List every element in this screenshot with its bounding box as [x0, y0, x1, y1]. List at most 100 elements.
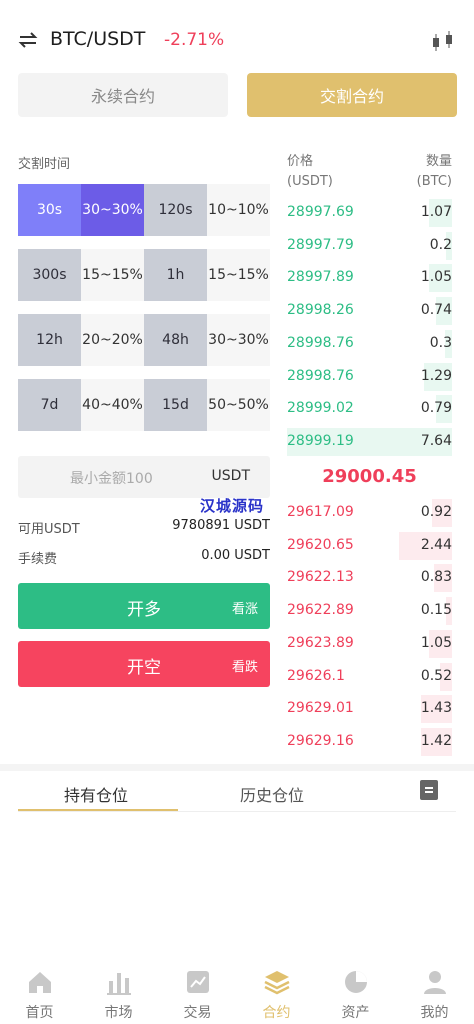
order-price: 28999.02 [287, 400, 354, 417]
ask-row[interactable]: 29629.01 1.43 [287, 693, 452, 725]
order-qty: 0.15 [420, 602, 452, 619]
order-qty: 0.74 [420, 302, 452, 319]
order-price: 28997.79 [287, 236, 354, 253]
settlement-row: 7d 40~40% 15d 50~50% [18, 379, 270, 431]
fee-row: 手续费 0.00 USDT [18, 548, 270, 567]
order-price: 29626.1 [287, 667, 345, 684]
kline-icon[interactable] [430, 30, 456, 52]
nav-label: 交易 [183, 1005, 212, 1021]
nav-label: 资产 [341, 1005, 370, 1021]
price-change: -2.71% [164, 30, 225, 50]
order-price: 29620.65 [287, 536, 354, 553]
settlement-row: 30s 30~30% 120s 10~10% [18, 184, 270, 236]
settlement-time-option[interactable]: 120s [144, 184, 207, 236]
order-price: 29617.09 [287, 504, 354, 520]
nav-item-home[interactable]: 首页 [0, 958, 79, 1024]
trade-icon [187, 971, 209, 993]
nav-item-trade[interactable]: 交易 [158, 958, 237, 1024]
bid-row[interactable]: 28998.76 1.29 [287, 361, 452, 393]
tab-history-positions[interactable]: 历史仓位 [240, 782, 304, 806]
nav-label: 市场 [104, 1005, 133, 1021]
open-short-button[interactable]: 开空 看跌 [18, 641, 270, 687]
amount-input[interactable]: 最小金额100 USDT [18, 456, 270, 498]
available-balance: 可用USDT 9780891 USDT [18, 518, 270, 537]
settlement-range[interactable]: 15~15% [207, 249, 270, 301]
settlement-time-option[interactable]: 300s [18, 249, 81, 301]
settlement-row: 12h 20~20% 48h 30~30% [18, 314, 270, 366]
tab-holding-positions[interactable]: 持有仓位 [64, 782, 128, 806]
header: BTC/USDT -2.71% [0, 0, 474, 80]
bid-row[interactable]: 28997.79 0.2 [287, 230, 452, 262]
ask-row[interactable]: 29629.16 1.42 [287, 726, 452, 758]
bid-row[interactable]: 28998.76 0.3 [287, 328, 452, 360]
order-price: 29622.89 [287, 602, 354, 619]
order-price: 28998.76 [287, 334, 354, 351]
order-qty: 1.05 [420, 634, 452, 651]
ask-row[interactable]: 29623.89 1.05 [287, 628, 452, 660]
swap-icon[interactable] [18, 30, 38, 50]
order-price: 28997.69 [287, 204, 354, 220]
price-header-label: 价格 [287, 154, 314, 169]
settlement-range[interactable]: 30~30% [81, 184, 144, 236]
amount-placeholder: 最小金额100 [70, 471, 153, 487]
pair-title[interactable]: BTC/USDT [50, 28, 145, 50]
nav-label: 合约 [262, 1005, 291, 1021]
settlement-range[interactable]: 30~30% [207, 314, 270, 366]
settlement-time-option[interactable]: 30s [18, 184, 81, 236]
ask-row[interactable]: 29622.89 0.15 [287, 595, 452, 627]
market-icon [107, 973, 131, 995]
settlement-range[interactable]: 50~50% [207, 379, 270, 431]
order-qty: 0.79 [420, 400, 452, 417]
settlement-time-option[interactable]: 48h [144, 314, 207, 366]
tab-delivery-contract[interactable]: 交割合约 [247, 73, 457, 117]
bid-row[interactable]: 28999.02 0.79 [287, 393, 452, 425]
qty-header-unit: (BTC) [416, 174, 452, 189]
ask-row[interactable]: 29620.65 2.44 [287, 530, 452, 562]
nav-item-market[interactable]: 市场 [79, 958, 158, 1024]
nav-item-assets[interactable]: 资产 [316, 958, 395, 1024]
order-price: 29629.16 [287, 732, 354, 749]
active-tab-underline [18, 809, 178, 811]
bid-row[interactable]: 28998.26 0.74 [287, 295, 452, 327]
bid-row[interactable]: 28999.19 7.64 [287, 426, 452, 458]
settlement-time-option[interactable]: 15d [144, 379, 207, 431]
settlement-time-option[interactable]: 7d [18, 379, 81, 431]
bid-row[interactable]: 28997.89 1.05 [287, 262, 452, 294]
order-qty: 7.64 [420, 432, 452, 449]
settlement-time-option[interactable]: 1h [144, 249, 207, 301]
settlement-time-label: 交割时间 [18, 157, 71, 172]
assets-icon [345, 971, 367, 993]
document-icon[interactable] [420, 780, 438, 800]
settlement-range[interactable]: 15~15% [81, 249, 144, 301]
ask-row[interactable]: 29617.09 0.92 [287, 497, 452, 529]
order-price: 28998.26 [287, 302, 354, 319]
amount-unit: USDT [211, 468, 250, 484]
ask-row[interactable]: 29622.13 0.83 [287, 562, 452, 594]
order-price: 29629.01 [287, 700, 354, 717]
order-qty: 0.83 [420, 569, 452, 586]
bid-row[interactable]: 28997.69 1.07 [287, 197, 452, 229]
settlement-time-option[interactable]: 12h [18, 314, 81, 366]
available-value: 9780891 USDT [172, 518, 270, 533]
home-icon [29, 972, 51, 993]
last-price: 29000.45 [322, 466, 417, 487]
order-price: 28997.89 [287, 269, 354, 286]
settlement-range[interactable]: 10~10% [207, 184, 270, 236]
profile-icon [424, 971, 446, 994]
settlement-row: 300s 15~15% 1h 15~15% [18, 249, 270, 301]
order-qty: 2.44 [420, 536, 452, 553]
ask-row[interactable]: 29626.1 0.52 [287, 661, 452, 693]
tab-perpetual-contract[interactable]: 永续合约 [18, 73, 228, 117]
order-qty: 0.92 [420, 504, 452, 520]
nav-item-contract[interactable]: 合约 [237, 958, 316, 1024]
section-divider [0, 764, 474, 771]
settlement-range[interactable]: 20~20% [81, 314, 144, 366]
nav-item-profile[interactable]: 我的 [395, 958, 474, 1024]
open-long-button[interactable]: 开多 看涨 [18, 583, 270, 629]
nav-label: 首页 [25, 1005, 54, 1021]
order-price: 28999.19 [287, 432, 354, 449]
settlement-range[interactable]: 40~40% [81, 379, 144, 431]
order-qty: 1.43 [420, 700, 452, 717]
qty-header-label: 数量 [425, 154, 452, 169]
order-price: 28998.76 [287, 367, 354, 384]
